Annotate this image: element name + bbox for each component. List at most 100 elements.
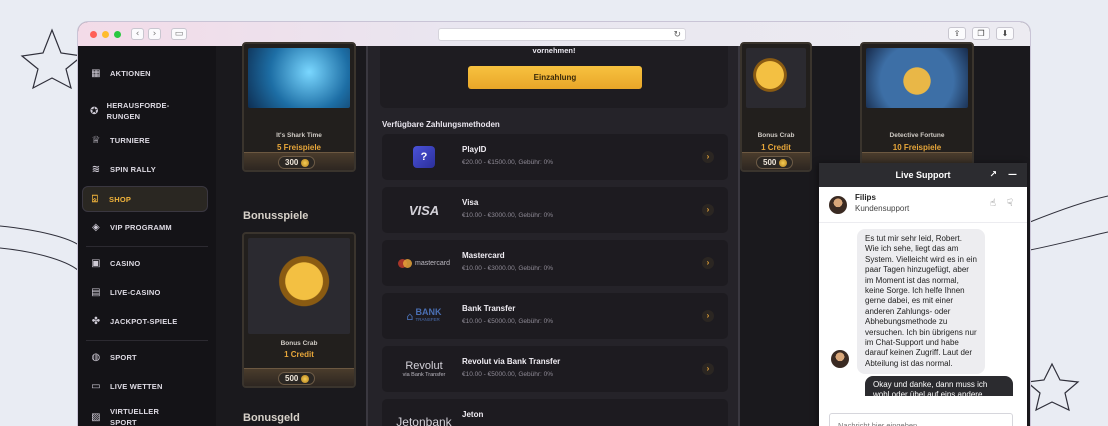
sidebar-item-casino[interactable]: ▣ CASINO: [84, 258, 206, 269]
sidebar-item-label: LIVE WETTEN: [110, 381, 163, 391]
price-bar: 500: [244, 368, 354, 386]
mastercard-logo-text: mastercard: [414, 259, 450, 267]
payment-method-playid[interactable]: ? PlayID €20.00 - €1500.00, Gebühr: 0% ›: [382, 134, 728, 180]
game-reward: 1 Credit: [761, 143, 791, 152]
game-card-bonus-crab[interactable]: Bonus Crab 1 Credit 500: [242, 232, 356, 388]
game-card-shark-time[interactable]: It's Shark Time 5 Freispiele 300: [242, 42, 356, 172]
tabs-icon[interactable]: ❐: [972, 27, 990, 40]
game-reward: 5 Freispiele: [276, 143, 322, 152]
thumbs-up-icon[interactable]: ☝: [990, 198, 996, 209]
payment-method-bank-transfer[interactable]: ⌂ BANK TRANSFER Bank Transfer €10.00 - €…: [382, 293, 728, 339]
maximize-window-button[interactable]: [114, 30, 121, 38]
game-thumbnail: [248, 238, 350, 334]
payment-method-limits: €10.00 - €5000.00, Gebühr: 0%: [462, 371, 554, 378]
sidebar-item-jackpot-spiele[interactable]: ✤ JACKPOT-SPIELE: [84, 316, 206, 327]
reload-icon[interactable]: ↻: [673, 29, 681, 41]
chevron-right-icon: ›: [702, 257, 714, 269]
game-title: It's Shark Time: [276, 132, 322, 139]
payment-method-name: Revolut via Bank Transfer: [462, 357, 561, 366]
price-pill[interactable]: 500: [756, 156, 794, 169]
star-icon: [1025, 362, 1080, 412]
sidebar-item-virtueller-sport[interactable]: ▨ VIRTUELLER SPORT: [84, 406, 174, 426]
chat-title: Live Support: [895, 170, 951, 180]
payment-method-mastercard[interactable]: mastercard Mastercard €10.00 - €3000.00,…: [382, 240, 728, 286]
forward-button[interactable]: ›: [148, 28, 161, 40]
sidebar-item-label: HERAUSFORDE-RUNGEN: [106, 101, 170, 121]
payment-method-name: Mastercard: [462, 251, 505, 260]
sidebar-toggle-icon[interactable]: ▭: [171, 28, 187, 40]
back-button[interactable]: ‹: [131, 28, 144, 40]
minimize-icon[interactable]: —: [1008, 163, 1017, 187]
payment-method-jeton[interactable]: Jetonbank Jeton: [382, 399, 728, 426]
payment-method-name: PlayID: [462, 145, 487, 154]
sidebar-item-shop[interactable]: ⌺ SHOP: [82, 186, 208, 212]
sidebar-item-turniere[interactable]: ♕ TURNIERE: [84, 134, 206, 146]
payment-method-limits: €10.00 - €5000.00, Gebühr: 0%: [462, 318, 554, 325]
sidebar-item-label: CASINO: [110, 258, 141, 268]
chevron-right-icon: ›: [702, 151, 714, 163]
basket-icon: ⌺: [91, 193, 99, 205]
payment-method-visa[interactable]: VISA Visa €10.00 - €3000.00, Gebühr: 0% …: [382, 187, 728, 233]
game-card-detective-fortune[interactable]: Detective Fortune 10 Freispiele: [860, 42, 974, 172]
section-title-bonusgeld: Bonusgeld: [243, 412, 300, 424]
sidebar-item-label: SPIN RALLY: [110, 164, 156, 174]
sidebar-item-label: VIP PROGRAMM: [110, 222, 172, 232]
section-title-bonusspiele: Bonusspiele: [243, 210, 309, 222]
price-pill[interactable]: 300: [278, 156, 316, 169]
payment-method-name: Jeton: [462, 410, 484, 419]
gift-icon: ▦: [91, 67, 101, 79]
sidebar-divider: [86, 340, 208, 341]
jeton-logo: Jetonbank: [392, 407, 456, 426]
expand-icon[interactable]: ↗: [989, 163, 997, 187]
sidebar-item-live-casino[interactable]: ▤ LIVE-CASINO: [84, 287, 206, 298]
bank-building-icon: ⌂: [406, 309, 414, 323]
payment-method-name: Bank Transfer: [462, 304, 516, 313]
price-pill[interactable]: 500: [278, 372, 316, 385]
sidebar-item-label: VIRTUELLER SPORT: [110, 407, 160, 426]
window-controls: [90, 30, 121, 38]
mastercard-logo: mastercard: [392, 248, 456, 278]
payment-method-name: Visa: [462, 198, 479, 207]
sidebar-item-label: LIVE-CASINO: [110, 287, 161, 297]
chat-message-user: Okay und danke, dann muss ich wohl oder …: [865, 376, 1013, 396]
star-icon: [20, 28, 84, 90]
bank-logo-subtext: TRANSFER: [415, 317, 440, 322]
coin-icon: [779, 158, 788, 167]
payment-method-revolut[interactable]: Revolut via Bank Transfer Revolut via Ba…: [382, 346, 728, 392]
chevron-right-icon: ›: [702, 310, 714, 322]
bank-logo: ⌂ BANK TRANSFER: [392, 301, 456, 331]
minimize-window-button[interactable]: [102, 30, 109, 38]
game-title: Detective Fortune: [889, 132, 945, 139]
virtual-icon: ▨: [91, 411, 101, 423]
revolut-logo: Revolut via Bank Transfer: [392, 354, 456, 384]
game-reward: 1 Credit: [284, 350, 314, 359]
agent-name: Filips: [855, 193, 876, 202]
sidebar-item-herausforderungen[interactable]: ✪ HERAUSFORDE-RUNGEN: [84, 100, 170, 122]
chat-message-input[interactable]: [829, 413, 1013, 426]
deposit-prompt-text: vornehmen!: [532, 46, 576, 55]
sidebar-nav: ▦ AKTIONEN ✪ HERAUSFORDE-RUNGEN ♕ TURNIE…: [78, 46, 216, 426]
playid-logo-mark: ?: [413, 146, 435, 168]
agent-avatar: [829, 196, 847, 214]
sidebar-item-aktionen[interactable]: ▦ AKTIONEN: [84, 67, 206, 79]
download-icon[interactable]: ⬇: [996, 27, 1014, 40]
sidebar-item-live-wetten[interactable]: ▭ LIVE WETTEN: [84, 381, 206, 392]
sidebar-item-spin-rally[interactable]: ≋ SPIN RALLY: [84, 164, 206, 175]
close-window-button[interactable]: [90, 30, 97, 38]
game-card-bonus-crab[interactable]: Bonus Crab 1 Credit 500: [740, 42, 812, 172]
trophy-icon: ♕: [91, 134, 101, 146]
share-icon[interactable]: ⇪: [948, 27, 966, 40]
game-thumbnail: [248, 48, 350, 108]
game-thumbnail: [866, 48, 968, 108]
sidebar-item-label: AKTIONEN: [110, 68, 151, 78]
page-content: ▦ AKTIONEN ✪ HERAUSFORDE-RUNGEN ♕ TURNIE…: [78, 42, 1030, 426]
payment-method-limits: €10.00 - €3000.00, Gebühr: 0%: [462, 265, 554, 272]
visa-logo: VISA: [392, 195, 456, 225]
address-bar[interactable]: ↻: [438, 28, 686, 41]
thumbs-down-icon[interactable]: ☟: [1007, 198, 1013, 209]
sidebar-item-sport[interactable]: ◍ SPORT: [84, 352, 206, 363]
sidebar-item-vip-programm[interactable]: ◈ VIP PROGRAMM: [84, 222, 206, 233]
sidebar-divider: [86, 246, 208, 247]
price-value: 300: [285, 158, 299, 167]
deposit-button[interactable]: Einzahlung: [468, 66, 642, 89]
